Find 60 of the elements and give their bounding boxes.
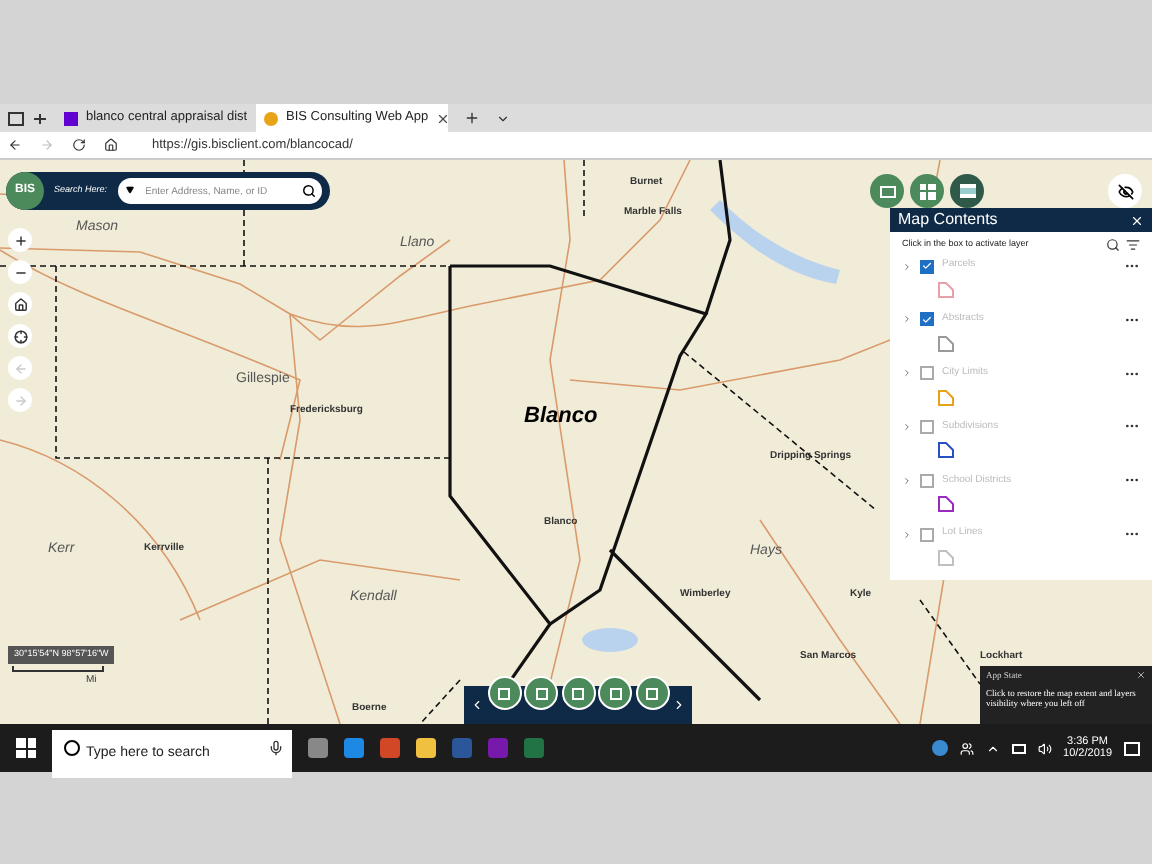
scale-bar xyxy=(12,666,104,672)
layer-checkbox[interactable] xyxy=(920,419,934,434)
new-tab-icon[interactable] xyxy=(464,110,480,126)
arrow-right-icon xyxy=(13,393,27,407)
place-label: Blanco xyxy=(524,406,598,428)
grid-icon xyxy=(919,183,935,199)
filter-icon[interactable] xyxy=(1126,238,1140,252)
back-icon[interactable] xyxy=(8,138,22,152)
map-view[interactable] xyxy=(0,160,1152,724)
map-tool-button[interactable] xyxy=(524,676,558,710)
windows-start-icon[interactable] xyxy=(12,734,40,762)
home-button[interactable] xyxy=(8,292,32,316)
layer-checkbox[interactable] xyxy=(920,527,934,542)
site-favicon-icon xyxy=(264,111,278,125)
search-icon[interactable] xyxy=(302,184,316,198)
tabs-icon[interactable] xyxy=(8,111,24,125)
crosshair-icon xyxy=(13,329,27,343)
hide-panel-button[interactable] xyxy=(1108,174,1142,208)
people-icon[interactable] xyxy=(959,741,974,755)
panel-title: Map Contents xyxy=(898,208,998,232)
expand-icon[interactable] xyxy=(902,261,912,271)
expand-icon[interactable] xyxy=(902,475,912,486)
search-icon[interactable] xyxy=(1106,238,1120,252)
close-icon[interactable] xyxy=(436,111,451,125)
caret-icon[interactable] xyxy=(125,186,134,194)
map-tool-button[interactable] xyxy=(561,676,595,710)
plus-icon xyxy=(13,233,27,247)
volume-icon[interactable] xyxy=(1037,741,1052,755)
tray-chevron-icon[interactable] xyxy=(985,741,1000,755)
map-tool-button[interactable] xyxy=(598,676,632,710)
expand-icon[interactable] xyxy=(902,314,912,325)
tray-app-icon[interactable] xyxy=(931,740,948,756)
basemap-button[interactable] xyxy=(910,174,944,208)
chevron-down-icon[interactable] xyxy=(496,111,510,125)
expand-icon[interactable] xyxy=(902,421,912,432)
layer-checkbox[interactable] xyxy=(920,366,934,381)
eye-slash-icon xyxy=(1117,183,1133,199)
expand-icon[interactable] xyxy=(902,529,912,540)
tab-aside-icon[interactable] xyxy=(32,111,48,125)
locate-button[interactable] xyxy=(8,324,32,348)
yahoo-favicon-icon xyxy=(64,111,78,125)
cortana-icon xyxy=(64,740,80,756)
microphone-icon[interactable] xyxy=(268,740,284,756)
map-tool-button[interactable] xyxy=(635,676,669,710)
zoom-in-button[interactable] xyxy=(8,228,32,252)
layer-checkbox[interactable] xyxy=(920,259,934,273)
print-button[interactable] xyxy=(870,174,904,208)
layers-button[interactable] xyxy=(950,174,984,208)
zoom-out-button[interactable] xyxy=(8,260,32,284)
dashed-boundary-drawing xyxy=(919,599,981,685)
layer-checkbox[interactable] xyxy=(920,312,934,327)
chevron-right-icon[interactable] xyxy=(672,698,686,712)
map-tool-button[interactable] xyxy=(487,676,521,710)
chevron-left-icon[interactable] xyxy=(470,698,484,712)
refresh-icon[interactable] xyxy=(72,138,86,152)
layer-checkbox[interactable] xyxy=(920,473,934,488)
expand-icon[interactable] xyxy=(902,368,912,379)
arrow-left-icon xyxy=(13,361,27,375)
home-icon[interactable] xyxy=(104,138,118,152)
home-icon xyxy=(13,297,27,311)
